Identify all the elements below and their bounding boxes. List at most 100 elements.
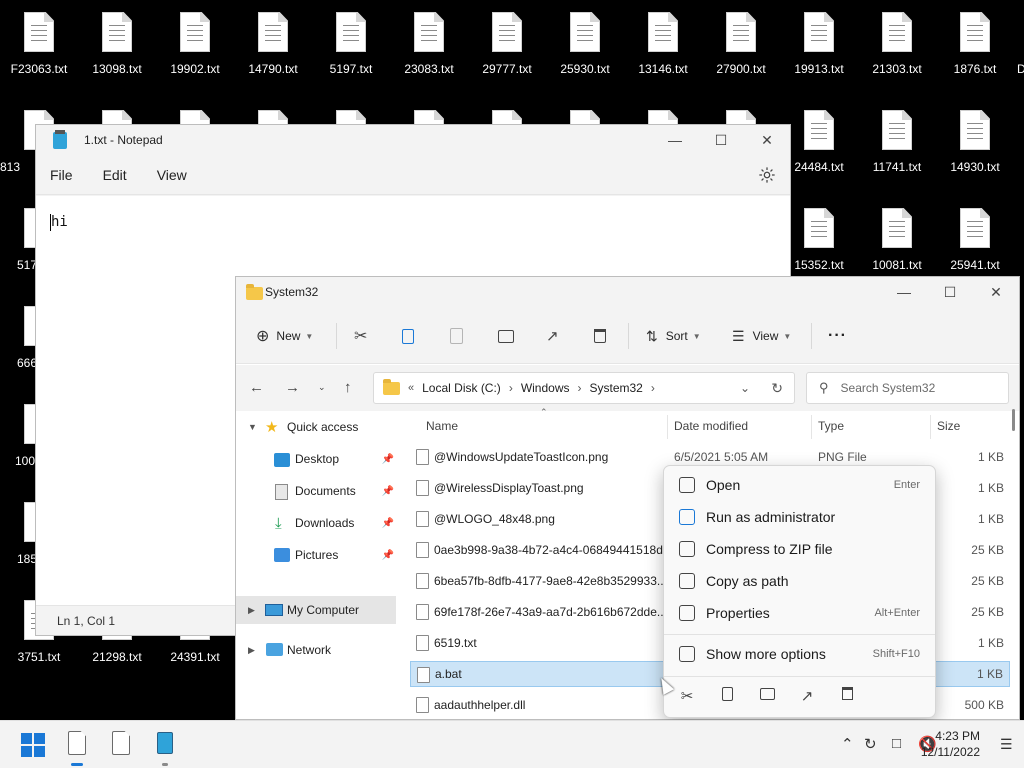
share-icon[interactable]: ↗ [798,687,816,705]
desktop-file-icon[interactable]: 19902.txt [156,4,234,88]
menu-view[interactable]: View [147,161,197,189]
up-button[interactable]: ↑ [344,379,352,396]
notepad-titlebar[interactable]: 1.txt - Notepad — ☐ ✕ [36,125,790,155]
chevron-right-icon[interactable]: › [578,381,582,395]
desktop-file-icon[interactable]: 14790.txt [234,4,312,88]
context-compress-zip[interactable]: Compress to ZIP file [669,534,930,564]
scrollbar-thumb[interactable] [1012,409,1015,431]
minimize-button[interactable]: — [652,125,698,155]
nav-downloads[interactable]: ⤓ Downloads 📌 [236,509,396,537]
notification-bell-icon[interactable]: ☰ [1000,736,1018,754]
settings-gear-icon[interactable] [758,166,776,184]
trash-icon [594,329,606,343]
desktop-file-icon[interactable]: 10081.txt [858,200,936,284]
nav-network[interactable]: ▶ Network [236,636,396,664]
column-header-date[interactable]: Date modified [674,419,748,433]
text-file-icon [414,12,444,52]
taskbar-file-button[interactable] [106,729,136,759]
desktop-file-icon[interactable]: 24484.txt [780,102,858,186]
context-properties[interactable]: Properties Alt+Enter [669,598,930,628]
close-button[interactable]: ✕ [973,277,1019,307]
desktop-file-icon[interactable]: 23083.txt [390,4,468,88]
desktop-file-icon[interactable]: 25941.txt [936,200,1014,284]
chevron-down-icon[interactable]: ▼ [248,422,257,432]
address-dropdown-icon[interactable]: ⌄ [740,381,750,395]
recent-locations-button[interactable]: ⌄ [318,382,326,393]
chevron-right-icon[interactable]: ▶ [248,645,255,656]
rename-icon[interactable] [758,687,776,705]
desktop-file-icon[interactable]: D [1014,4,1024,88]
delete-icon[interactable] [838,687,856,705]
show-hidden-icons-button[interactable]: ⌃ [841,735,854,753]
explorer-titlebar[interactable]: System32 — ☐ ✕ [236,277,1019,307]
network-status-icon[interactable]: □ [892,735,901,752]
chevron-right-icon[interactable]: ▶ [248,605,255,616]
copy-button[interactable] [402,321,414,351]
context-show-more-options[interactable]: Show more options Shift+F10 [669,639,930,669]
desktop-file-icon[interactable]: 25930.txt [546,4,624,88]
desktop-file-icon[interactable]: 13146.txt [624,4,702,88]
breadcrumb-item[interactable]: Local Disk (C:) [422,381,501,395]
close-button[interactable]: ✕ [744,125,790,155]
menu-edit[interactable]: Edit [93,161,137,189]
column-header-type[interactable]: Type [818,419,844,433]
copy-icon[interactable] [718,687,736,705]
maximize-button[interactable]: ☐ [698,125,744,155]
nav-label: Network [287,643,332,657]
view-button[interactable]: ☰ View ▼ [732,321,791,351]
chevron-right-icon[interactable]: › [509,381,513,395]
desktop-file-icon[interactable]: 21303.txt [858,4,936,88]
desktop-file-icon[interactable]: 13098.txt [78,4,156,88]
desktop-file-icon[interactable]: 27900.txt [702,4,780,88]
context-open[interactable]: Open Enter [669,470,930,500]
desktop-file-icon[interactable]: 1876.txt [936,4,1014,88]
cut-icon[interactable]: ✂ [678,687,696,705]
new-label: New [276,329,301,343]
clock[interactable]: 4:23 PM 12/11/2022 [921,728,980,760]
star-icon: ★ [265,419,279,436]
rename-button[interactable] [498,321,514,351]
menu-file[interactable]: File [40,161,83,189]
taskbar-notepad-doc-button[interactable] [62,729,92,759]
forward-button[interactable]: → [285,379,300,396]
back-button[interactable]: ← [249,379,264,396]
nav-pictures[interactable]: Pictures 📌 [236,541,396,569]
nav-documents[interactable]: Documents 📌 [236,477,396,505]
chevron-right-icon[interactable]: › [651,381,655,395]
see-more-button[interactable]: ··· [828,321,847,351]
refresh-icon[interactable]: ↻ [771,380,783,397]
nav-label: Documents [295,484,356,498]
nav-quick-access[interactable]: ▼ ★ Quick access [236,413,396,441]
breadcrumb-item[interactable]: System32 [590,381,643,395]
desktop-file-icon[interactable]: 29777.txt [468,4,546,88]
taskbar-notepad-button[interactable] [150,729,180,759]
desktop-file-icon[interactable]: 5197.txt [312,4,390,88]
text-file-icon [882,110,912,150]
column-header-size[interactable]: Size [937,419,960,433]
address-bar[interactable]: « Local Disk (C:) › Windows › System32 ›… [373,372,795,404]
search-input[interactable]: ⚲ Search System32 [806,372,1009,404]
update-alert-icon[interactable]: ↻ [864,735,877,753]
minimize-button[interactable]: — [881,277,927,307]
maximize-button[interactable]: ☐ [927,277,973,307]
share-button[interactable]: ↗ [546,321,559,351]
delete-button[interactable] [594,321,606,351]
paste-button[interactable] [450,321,463,351]
context-copy-as-path[interactable]: Copy as path [669,566,930,596]
desktop-file-icon[interactable]: 11741.txt [858,102,936,186]
explorer-title: System32 [265,285,319,299]
column-header-name[interactable]: Name [426,419,458,433]
desktop-file-icon[interactable]: 15352.txt [780,200,858,284]
sort-button[interactable]: ⇅ Sort ▼ [646,321,701,351]
start-button[interactable] [21,733,45,757]
cut-button[interactable]: ✂ [354,321,367,351]
new-button[interactable]: ⊕ New ▼ [256,321,313,351]
breadcrumb-item[interactable]: Windows [521,381,570,395]
nav-my-computer[interactable]: ▶ My Computer [236,596,396,624]
desktop-file-icon[interactable]: F23063.txt [0,4,78,88]
nav-desktop[interactable]: Desktop 📌 [236,445,396,473]
breadcrumb-overflow-icon[interactable]: « [408,382,414,394]
desktop-file-icon[interactable]: 14930.txt [936,102,1014,186]
desktop-file-icon[interactable]: 19913.txt [780,4,858,88]
context-run-as-admin[interactable]: Run as administrator [669,502,930,532]
